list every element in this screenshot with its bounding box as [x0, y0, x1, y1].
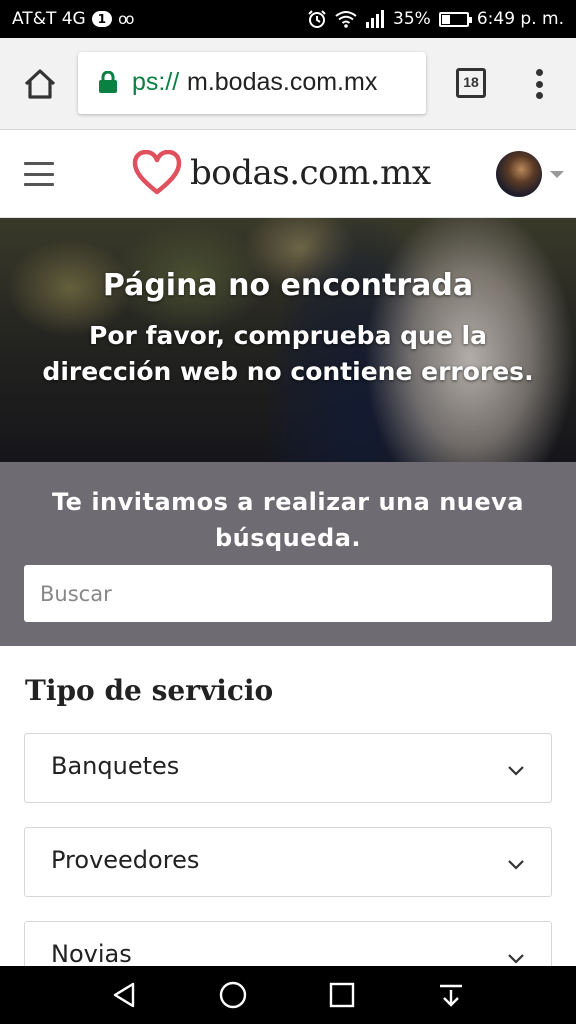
status-right: 35% 6:49 p. m. [307, 9, 564, 29]
status-left: AT&T 4G 1 oo [12, 9, 135, 29]
accordion-label: Proveedores [51, 846, 200, 874]
accordion-label: Banquetes [51, 752, 180, 780]
sim-badge: 1 [91, 11, 113, 27]
avatar[interactable] [496, 151, 542, 197]
accordion-item-banquetes[interactable]: Banquetes [24, 733, 552, 803]
url-host: m.bodas.com.mx [187, 68, 378, 96]
chevron-down-icon [508, 860, 524, 870]
search-heading: Te invitamos a realizar una nueva búsque… [52, 488, 524, 552]
lock-icon [99, 71, 117, 93]
logo-text: bodas.com.mx [190, 153, 431, 193]
clock: 6:49 p. m. [476, 9, 564, 29]
carrier-label: AT&T 4G [12, 9, 86, 29]
hero-subtitle: Por favor, comprueba que la dirección we… [42, 321, 534, 386]
back-icon[interactable] [107, 978, 141, 1012]
heart-logo-icon [132, 150, 182, 195]
status-bar: AT&T 4G 1 oo 35% 6:49 p. m. [0, 0, 576, 38]
browser-toolbar: ps:// m.bodas.com.mx 18 [0, 38, 576, 130]
search-input[interactable] [24, 565, 552, 622]
caret-down-icon[interactable] [550, 171, 564, 178]
notification-pulldown-icon[interactable] [434, 978, 468, 1012]
tab-switcher-button[interactable]: 18 [456, 68, 486, 98]
battery-icon [438, 11, 472, 27]
page-title: Página no encontrada [102, 268, 474, 303]
url-scheme: ps:// [132, 68, 180, 96]
accordion-item-proveedores[interactable]: Proveedores [24, 827, 552, 897]
home-circle-icon[interactable] [216, 978, 250, 1012]
system-nav-bar [0, 966, 576, 1024]
search-section: Te invitamos a realizar una nueva búsque… [0, 462, 576, 646]
overflow-menu-icon[interactable] [528, 66, 550, 102]
battery-fill [441, 14, 450, 24]
hamburger-menu-icon[interactable] [24, 162, 54, 186]
service-type-title: Tipo de servicio [25, 674, 274, 707]
wifi-icon [335, 11, 357, 28]
accordion-label: Novias [51, 940, 132, 968]
home-icon[interactable] [20, 64, 60, 104]
alarm-icon [308, 10, 326, 28]
voicemail-icon: oo [118, 10, 134, 28]
signal-icon [366, 10, 385, 28]
site-header: bodas.com.mx [0, 130, 576, 218]
chevron-down-icon [508, 766, 524, 776]
site-logo[interactable]: bodas.com.mx [132, 150, 431, 196]
address-bar[interactable]: ps:// m.bodas.com.mx [78, 52, 426, 114]
hero-banner: Página no encontrada Por favor, comprueb… [0, 218, 576, 462]
recents-icon[interactable] [325, 978, 359, 1012]
battery-percent: 35% [393, 9, 431, 29]
